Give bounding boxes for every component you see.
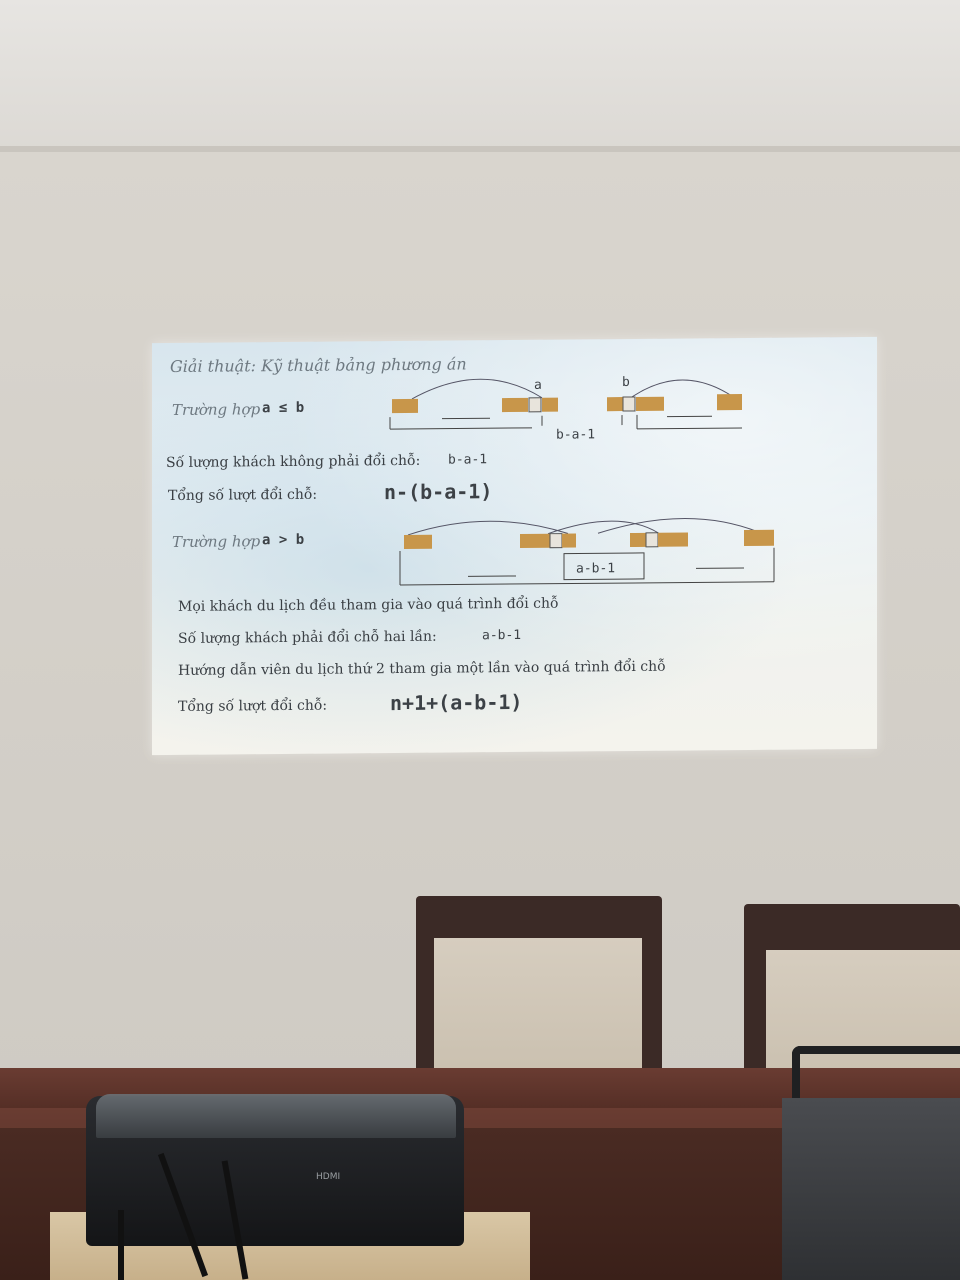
line-all-swap: Mọi khách du lịch đều tham gia vào quá t… — [178, 595, 559, 615]
case2-gap-label: a-b-1 — [576, 561, 616, 577]
count-not-swap-value: b-a-1 — [448, 452, 488, 468]
device-case — [782, 1098, 960, 1280]
chair-left-back — [434, 938, 642, 1088]
block — [717, 393, 742, 411]
block — [562, 533, 576, 548]
bracket-left-bottom — [390, 427, 532, 430]
case1-arc-a — [411, 378, 543, 400]
block-marked — [645, 532, 659, 548]
block — [520, 533, 550, 548]
total2-label: Tổng số lượt đổi chỗ: — [178, 697, 328, 715]
bracket-left-bottom — [400, 581, 774, 586]
line-swap-twice-label: Số lượng khách phải đổi chỗ hai lần: — [178, 628, 437, 647]
block — [630, 532, 646, 547]
block — [658, 532, 688, 547]
projector-port-label: HDMI — [316, 1172, 341, 1182]
block-marked — [622, 396, 636, 412]
block — [542, 397, 558, 412]
line-swap-twice-value: a-b-1 — [482, 627, 522, 644]
block — [636, 396, 664, 411]
total1-label: Tổng số lượt đổi chỗ: — [168, 486, 318, 505]
label-a: a — [534, 377, 542, 393]
case2-arc-3 — [597, 518, 759, 534]
case2-condition: a > b — [262, 531, 305, 549]
case1-diagram — [389, 378, 742, 430]
case2-arc-1 — [407, 520, 569, 536]
line-guide-once: Hướng dẫn viên du lịch thứ 2 tham gia mộ… — [178, 658, 666, 679]
block-marked — [528, 397, 542, 413]
block — [502, 397, 528, 413]
block — [392, 398, 418, 414]
block-marked — [549, 533, 563, 549]
total1-value: n-(b-a-1) — [384, 479, 493, 505]
count-not-swap-label: Số lượng khách không phải đổi chỗ: — [166, 452, 421, 472]
label-b: b — [622, 374, 630, 391]
projected-slide: Giải thuật: Kỹ thuật bảng phương án Trườ… — [152, 336, 877, 756]
case2-label: Trường hợp — [172, 532, 261, 551]
block — [744, 529, 774, 546]
ceiling — [0, 0, 960, 150]
total2-value: n+1+(a-b-1) — [390, 689, 523, 716]
case1-gap-label: b-a-1 — [556, 427, 596, 443]
case2-diagram — [399, 518, 775, 586]
block — [607, 397, 623, 412]
block — [404, 534, 432, 549]
case1-condition: a ≤ b — [262, 399, 305, 417]
case1-label: Trường hợp — [172, 400, 261, 419]
projector-cover — [96, 1094, 456, 1138]
bracket-right-bottom — [637, 427, 742, 430]
cable — [118, 1210, 124, 1280]
